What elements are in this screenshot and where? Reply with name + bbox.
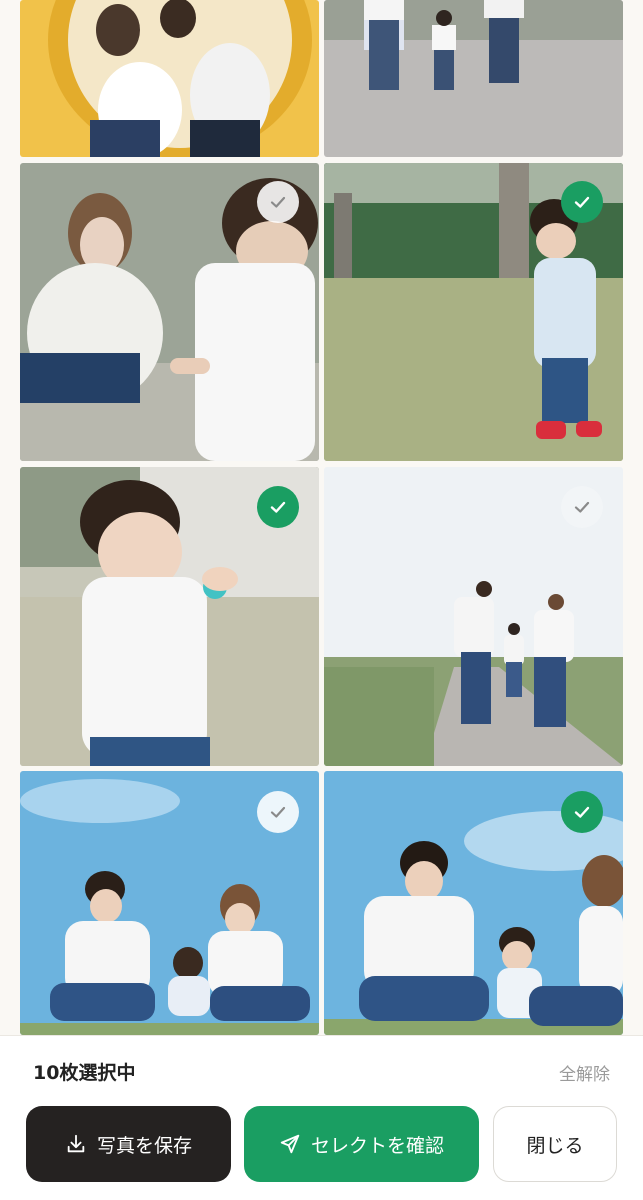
photo-select-toggle[interactable] [561,181,603,223]
photo-tile[interactable] [324,163,623,461]
photo-select-toggle[interactable] [257,791,299,833]
photo-tile[interactable] [20,163,319,461]
selection-footer: 10枚選択中 全解除 写真を保存 セレクトを確認 閉じる [0,1035,643,1200]
photo-grid [0,0,643,1035]
clear-all-button[interactable]: 全解除 [559,1060,610,1085]
photo-select-toggle[interactable] [561,486,603,528]
download-icon [67,1134,85,1153]
photo-tile[interactable] [20,0,319,157]
photo-select-toggle[interactable] [561,791,603,833]
checkmark-icon [574,501,590,513]
photo-tile[interactable] [324,0,623,157]
photo-select-toggle[interactable] [257,181,299,223]
save-photos-button[interactable]: 写真を保存 [26,1106,231,1182]
close-label: 閉じる [526,1134,584,1157]
checkmark-icon [270,501,286,513]
checkmark-icon [270,196,286,208]
confirm-selection-button[interactable]: セレクトを確認 [244,1106,479,1182]
selected-count: 10枚選択中 [33,1062,136,1084]
photo-tile[interactable] [20,467,319,766]
checkmark-icon [574,196,590,208]
send-icon [280,1134,300,1154]
checkmark-icon [574,806,590,818]
checkmark-icon [270,806,286,818]
confirm-selection-label: セレクトを確認 [310,1134,444,1157]
photo-select-toggle[interactable] [257,486,299,528]
photo-tile[interactable] [324,771,623,1035]
close-button[interactable]: 閉じる [493,1106,617,1182]
photo-tile[interactable] [20,771,319,1035]
save-photos-label: 写真を保存 [96,1134,192,1157]
photo-tile[interactable] [324,467,623,766]
